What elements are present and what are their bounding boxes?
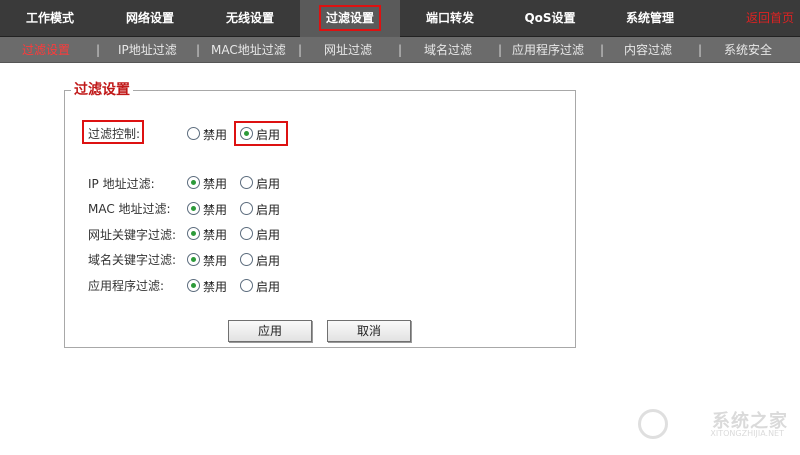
mac-filter-label: MAC 地址过滤: <box>88 202 171 216</box>
app-filter-enable-label: 启用 <box>256 280 281 294</box>
tab-label: 无线设置 <box>225 11 274 25</box>
subnav-item-filter-settings[interactable]: 过滤设置 <box>22 37 70 63</box>
tab-system-management[interactable]: 系统管理 <box>610 0 690 37</box>
tab-qos-settings[interactable]: QoS设置 <box>510 0 590 37</box>
url-keyword-filter-enable-label: 启用 <box>256 228 281 242</box>
mac-filter-disable-radio[interactable] <box>187 202 200 215</box>
url-keyword-filter-label: 网址关键字过滤: <box>88 228 177 242</box>
tab-port-forwarding[interactable]: 端口转发 <box>410 0 490 37</box>
filter-control-enable-radio[interactable] <box>240 127 253 140</box>
ip-filter-enable-radio[interactable] <box>240 176 253 189</box>
subnav-item-system-security[interactable]: 系统安全 <box>724 37 772 63</box>
subnav-item-url-filter[interactable]: 网址过滤 <box>324 37 372 63</box>
subnav-item-app-filter[interactable]: 应用程序过滤 <box>512 37 584 63</box>
app-filter-enable-radio[interactable] <box>240 279 253 292</box>
apply-button[interactable]: 应用 <box>228 320 312 342</box>
filter-control-enable-label: 启用 <box>256 128 281 142</box>
subnav-separator: | <box>498 43 503 57</box>
url-keyword-filter-disable-label: 禁用 <box>203 228 228 242</box>
app-filter-disable-label: 禁用 <box>203 280 228 294</box>
mac-filter-disable-label: 禁用 <box>203 203 228 217</box>
mac-filter-enable-label: 启用 <box>256 203 281 217</box>
subnav-separator: | <box>600 43 605 57</box>
tab-filter-settings[interactable]: 过滤设置 <box>300 0 400 37</box>
watermark-logo-icon <box>638 409 668 439</box>
subnav-item-domain-filter[interactable]: 域名过滤 <box>424 37 472 63</box>
subnav-separator: | <box>196 43 201 57</box>
ip-filter-disable-radio[interactable] <box>187 176 200 189</box>
cancel-button[interactable]: 取消 <box>327 320 411 342</box>
watermark: 系统之家 XITONGZHIJIA.NET <box>638 405 788 441</box>
subnav-item-mac-filter[interactable]: MAC地址过滤 <box>211 37 286 63</box>
ip-filter-disable-label: 禁用 <box>203 177 228 191</box>
url-keyword-filter-enable-radio[interactable] <box>240 227 253 240</box>
top-nav: 工作模式 网络设置 无线设置 过滤设置 端口转发 QoS设置 系统管理 返回首页 <box>0 0 800 37</box>
tab-label: 工作模式 <box>25 11 74 25</box>
subnav-item-ip-filter[interactable]: IP地址过滤 <box>118 37 177 63</box>
subnav-separator: | <box>96 43 101 57</box>
domain-keyword-filter-disable-radio[interactable] <box>187 253 200 266</box>
mac-filter-enable-radio[interactable] <box>240 202 253 215</box>
home-link[interactable]: 返回首页 <box>746 0 794 37</box>
panel-title: 过滤设置 <box>71 82 133 98</box>
domain-keyword-filter-enable-label: 启用 <box>256 254 281 268</box>
domain-keyword-filter-disable-label: 禁用 <box>203 254 228 268</box>
domain-keyword-filter-label: 域名关键字过滤: <box>88 253 177 267</box>
filter-control-label: 过滤控制: <box>88 127 141 141</box>
tab-work-mode[interactable]: 工作模式 <box>10 0 90 37</box>
sub-nav: 过滤设置 | IP地址过滤 | MAC地址过滤 | 网址过滤 | 域名过滤 | … <box>0 37 800 63</box>
app-filter-disable-radio[interactable] <box>187 279 200 292</box>
watermark-url: XITONGZHIJIA.NET <box>710 429 784 438</box>
tab-label: 端口转发 <box>425 11 474 25</box>
app-filter-label: 应用程序过滤: <box>88 279 165 293</box>
subnav-separator: | <box>698 43 703 57</box>
subnav-item-content-filter[interactable]: 内容过滤 <box>624 37 672 63</box>
tab-label: 网络设置 <box>125 11 174 25</box>
filter-control-disable-radio[interactable] <box>187 127 200 140</box>
tab-label: QoS设置 <box>524 11 576 25</box>
url-keyword-filter-disable-radio[interactable] <box>187 227 200 240</box>
tab-wireless-settings[interactable]: 无线设置 <box>210 0 290 37</box>
subnav-separator: | <box>298 43 303 57</box>
tab-label: 过滤设置 <box>318 5 381 31</box>
tab-network-settings[interactable]: 网络设置 <box>110 0 190 37</box>
ip-filter-label: IP 地址过滤: <box>88 177 155 191</box>
ip-filter-enable-label: 启用 <box>256 177 281 191</box>
tab-label: 系统管理 <box>625 11 674 25</box>
filter-control-disable-label: 禁用 <box>203 128 228 142</box>
subnav-separator: | <box>398 43 403 57</box>
domain-keyword-filter-enable-radio[interactable] <box>240 253 253 266</box>
